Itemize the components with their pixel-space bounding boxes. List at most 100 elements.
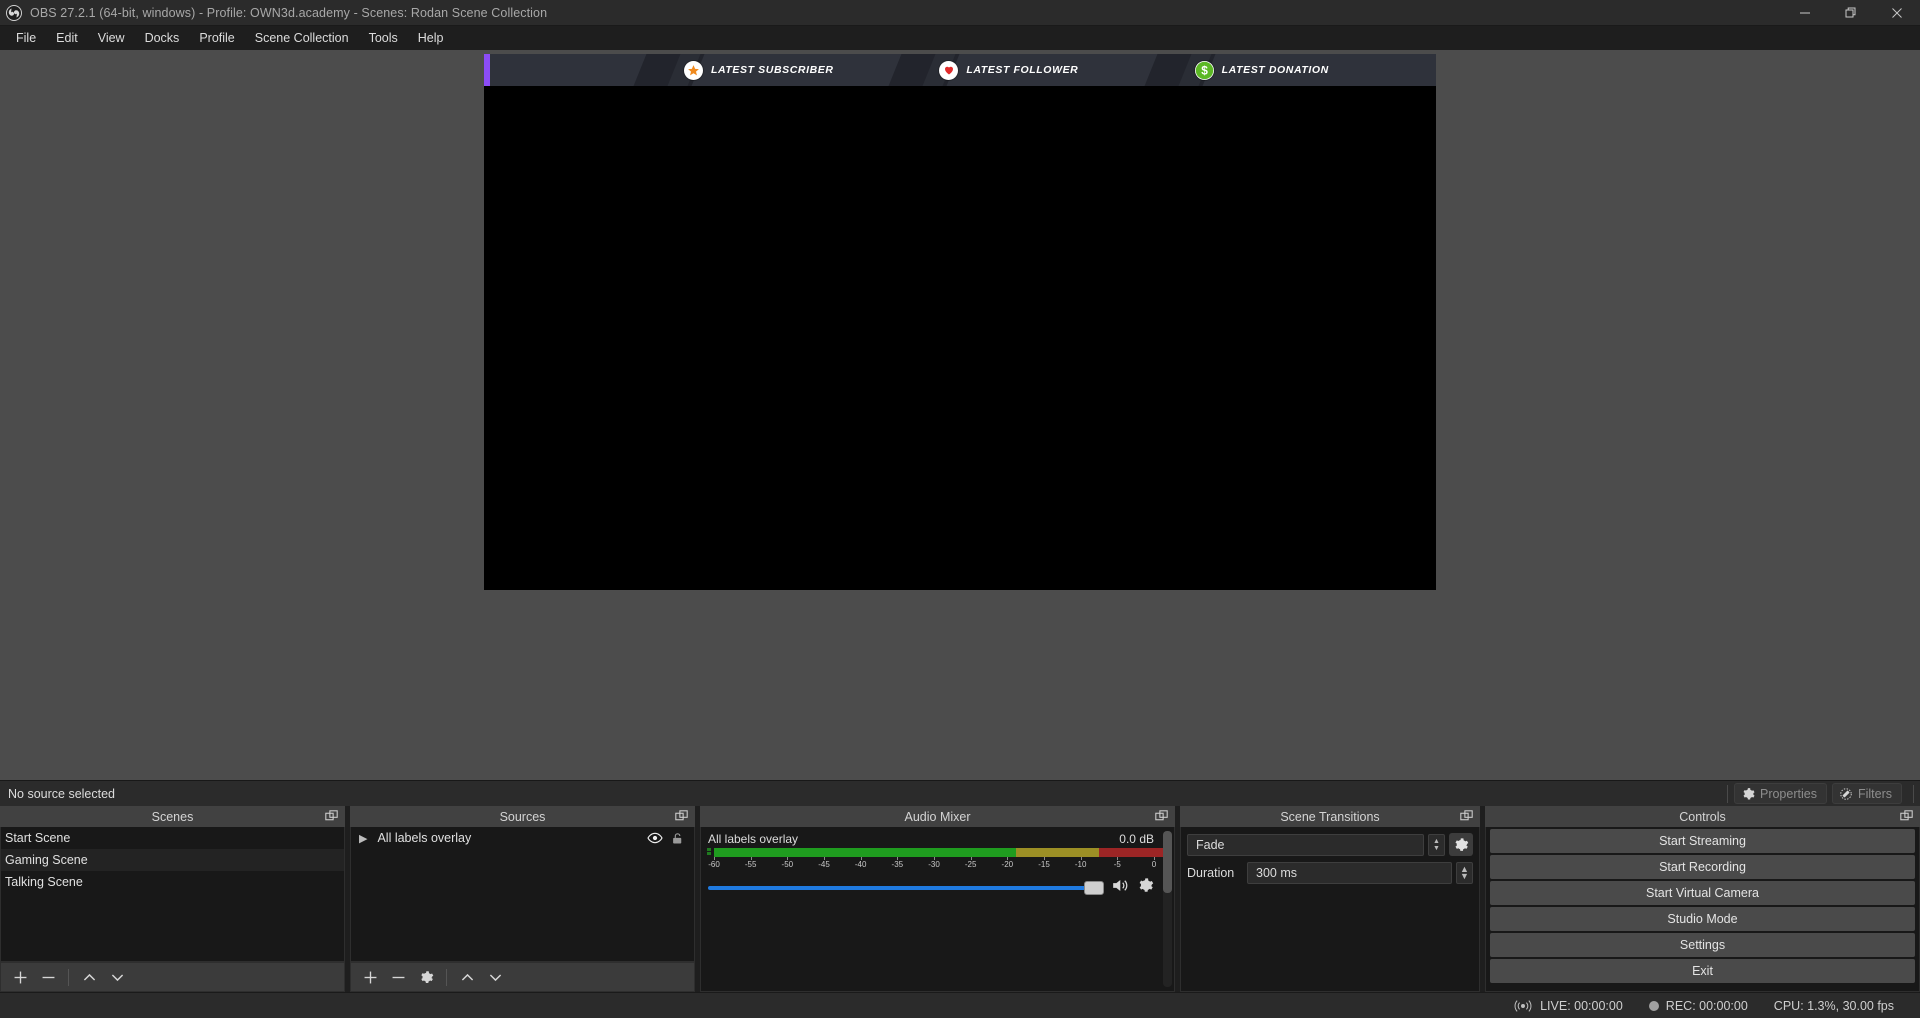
scenes-dock-title: Scenes [0,806,345,827]
chevron-down-icon[interactable]: ▼ [1460,873,1469,880]
meter-yellow-zone [1016,848,1099,857]
db-tick-label: -45 [818,860,830,869]
source-properties-button[interactable] [413,964,439,990]
svg-text:$: $ [1201,63,1208,77]
scene-transitions-dock: Scene Transitions Fade ▲ ▼ [1180,806,1480,992]
db-tick-label: 0 [1152,860,1156,869]
db-tick-label: -50 [782,860,794,869]
overlay-segment-subscriber: LATEST SUBSCRIBER [670,54,925,86]
overlay-segment-follower: LATEST FOLLOWER [925,54,1180,86]
filters-icon [1839,787,1853,801]
start-recording-button[interactable]: Start Recording [1490,855,1915,879]
live-status: LIVE: 00:00:00 [1513,999,1623,1013]
menu-docks[interactable]: Docks [135,28,190,48]
move-source-up-button[interactable] [454,964,480,990]
restore-icon[interactable] [1828,0,1874,26]
overlay-segment-donation: $ LATEST DONATION [1181,54,1436,86]
sources-title-label: Sources [500,810,546,824]
undock-icon[interactable] [1460,810,1473,823]
scene-item-start-scene[interactable]: Start Scene [1,827,344,849]
preview-area[interactable]: LATEST SUBSCRIBER LATEST FOLLOWER [0,50,1920,780]
close-icon[interactable] [1874,0,1920,26]
scenes-title-label: Scenes [152,810,194,824]
mixer-scrollbar[interactable] [1163,831,1172,987]
exit-button[interactable]: Exit [1490,959,1915,983]
plus-icon [12,969,29,986]
undock-icon[interactable] [1155,810,1168,823]
transition-select[interactable]: Fade [1187,834,1424,856]
menu-view[interactable]: View [88,28,135,48]
speaker-icon[interactable] [1110,876,1129,900]
move-source-down-button[interactable] [482,964,508,990]
unlock-icon[interactable] [666,831,688,846]
add-source-button[interactable] [357,964,383,990]
eye-icon[interactable] [644,830,666,846]
transition-settings-button[interactable] [1449,833,1473,856]
chevron-down-icon [109,969,126,986]
toolbar-divider [1727,785,1728,803]
scene-transitions-dock-title: Scene Transitions [1180,806,1480,827]
audio-channel-header: All labels overlay 0.0 dB [707,831,1168,848]
db-tick-label: -35 [892,860,904,869]
transition-value: Fade [1196,838,1225,852]
scene-transitions-body: Fade ▲ ▼ Duration 300 ms ▲ [1180,827,1480,992]
menu-scene-collection[interactable]: Scene Collection [245,28,359,48]
source-label: All labels overlay [377,831,644,845]
sources-list[interactable]: ▶ All labels overlay [350,827,695,962]
duration-spinner[interactable]: ▲ ▼ [1456,862,1473,884]
no-source-selected-label: No source selected [0,787,115,801]
minus-icon [390,969,407,986]
minimize-icon[interactable] [1782,0,1828,26]
expand-triangle-icon[interactable]: ▶ [359,832,367,845]
controls-dock: Controls Start Streaming Start Recording… [1485,806,1920,992]
menu-edit[interactable]: Edit [46,28,88,48]
gear-icon [1741,787,1755,801]
duration-input[interactable]: 300 ms [1247,862,1452,884]
scenes-list[interactable]: Start Scene Gaming Scene Talking Scene [0,827,345,962]
scene-item-talking-scene[interactable]: Talking Scene [1,871,344,893]
menu-profile[interactable]: Profile [189,28,244,48]
scene-item-gaming-scene[interactable]: Gaming Scene [1,849,344,871]
add-scene-button[interactable] [7,964,33,990]
preview-canvas[interactable]: LATEST SUBSCRIBER LATEST FOLLOWER [484,54,1436,590]
menu-file[interactable]: File [6,28,46,48]
volume-slider[interactable] [708,886,1102,890]
menubar: File Edit View Docks Profile Scene Colle… [0,26,1920,50]
db-tick-label: -40 [855,860,867,869]
toolbar-divider [68,969,69,986]
start-virtual-camera-button[interactable]: Start Virtual Camera [1490,881,1915,905]
filters-label: Filters [1858,787,1892,801]
controls-title-label: Controls [1679,810,1726,824]
start-streaming-button[interactable]: Start Streaming [1490,829,1915,853]
filters-button[interactable]: Filters [1832,783,1902,804]
move-scene-up-button[interactable] [76,964,102,990]
properties-button[interactable]: Properties [1734,783,1827,804]
overlay-label-donation: LATEST DONATION [1222,64,1329,76]
meter-red-zone [1099,848,1168,857]
remove-scene-button[interactable] [35,964,61,990]
remove-source-button[interactable] [385,964,411,990]
volume-slider-handle[interactable] [1084,881,1104,895]
undock-icon[interactable] [1900,810,1913,823]
undock-icon[interactable] [325,810,338,823]
menu-help[interactable]: Help [408,28,454,48]
move-scene-down-button[interactable] [104,964,130,990]
overlay-label-follower: LATEST FOLLOWER [966,64,1078,76]
audio-settings-gear-icon[interactable] [1137,877,1154,899]
transition-spinner[interactable]: ▲ ▼ [1428,834,1445,856]
menu-tools[interactable]: Tools [359,28,408,48]
meter-bars [714,848,1168,857]
scene-transitions-title-label: Scene Transitions [1280,810,1379,824]
controls-body: Start Streaming Start Recording Start Vi… [1485,827,1920,992]
gear-icon [1453,837,1469,853]
cpu-status: CPU: 1.3%, 30.00 fps [1774,999,1894,1013]
audio-mixer-title-label: Audio Mixer [905,810,971,824]
sources-dock-title: Sources [350,806,695,827]
window-title: OBS 27.2.1 (64-bit, windows) - Profile: … [30,6,547,20]
chevron-up-icon: ▲ [1433,838,1440,845]
toolbar-divider [1913,785,1914,803]
studio-mode-button[interactable]: Studio Mode [1490,907,1915,931]
settings-button[interactable]: Settings [1490,933,1915,957]
source-item-all-labels-overlay[interactable]: ▶ All labels overlay [351,827,694,849]
undock-icon[interactable] [675,810,688,823]
